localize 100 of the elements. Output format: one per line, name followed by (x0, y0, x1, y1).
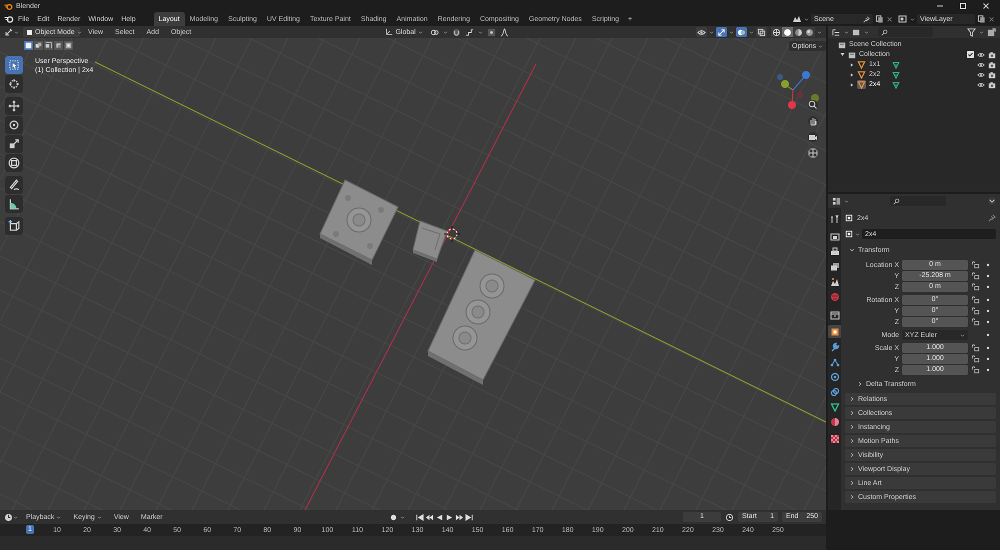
blender-logo-icon[interactable] (4, 14, 14, 24)
chevron-right-icon[interactable] (849, 424, 855, 430)
mesh-object-icon[interactable] (857, 60, 866, 70)
record-icon[interactable] (388, 512, 398, 522)
image-stack-icon[interactable] (898, 14, 908, 24)
mesh-data-icon[interactable] (892, 70, 900, 79)
play-reverse-icon[interactable] (434, 512, 444, 522)
camera-icon[interactable] (988, 60, 996, 69)
new-collection-icon[interactable] (987, 28, 996, 36)
shading-button[interactable] (770, 27, 782, 37)
next-keyframe-icon[interactable] (454, 512, 464, 522)
clock-editor-icon[interactable] (4, 512, 13, 522)
object-icon[interactable] (845, 230, 853, 238)
tool-button[interactable] (5, 195, 23, 213)
caret-icon[interactable] (13, 514, 18, 520)
keyframe-dot-icon[interactable] (986, 274, 990, 278)
tool-button[interactable] (5, 135, 23, 153)
chevron-right-icon[interactable] (849, 452, 855, 458)
tool-button[interactable] (5, 217, 23, 235)
chevron-right-icon[interactable] (849, 466, 855, 472)
filter-icon[interactable] (967, 28, 976, 36)
caret-icon[interactable] (748, 30, 754, 34)
keyframe-dot-icon[interactable] (986, 346, 990, 350)
caret-icon[interactable] (478, 30, 483, 34)
lock-icon[interactable] (971, 272, 980, 280)
mesh-object-icon[interactable] (857, 70, 866, 80)
properties-tab[interactable] (828, 212, 841, 225)
falloff-curve-icon[interactable] (500, 28, 509, 36)
eye-icon[interactable] (977, 70, 985, 79)
keyframe-dot-icon[interactable] (986, 333, 990, 337)
caret-icon[interactable] (728, 30, 734, 34)
proportional-edit-icon[interactable] (486, 28, 496, 36)
zoom-icon[interactable] (808, 100, 818, 110)
caret-icon[interactable] (804, 16, 809, 22)
caret-icon[interactable] (910, 16, 915, 22)
toggle-button[interactable] (696, 27, 707, 37)
pivot-icon[interactable] (430, 28, 439, 36)
keyframe-dot-icon[interactable] (986, 357, 990, 361)
lock-icon[interactable] (971, 283, 980, 291)
shading-button[interactable] (792, 27, 804, 37)
properties-tab[interactable] (828, 415, 841, 428)
properties-tab[interactable] (828, 260, 841, 273)
editor-type-icon[interactable] (4, 27, 14, 37)
properties-tab[interactable] (828, 370, 841, 383)
select-mode-button[interactable] (54, 41, 63, 50)
properties-tab[interactable] (828, 275, 841, 288)
eye-icon[interactable] (977, 50, 985, 59)
scene-icon[interactable] (792, 14, 802, 24)
shading-button[interactable] (804, 27, 815, 37)
tool-button[interactable] (5, 116, 23, 134)
toggle-button[interactable] (736, 27, 747, 37)
grid-icon[interactable] (808, 148, 818, 158)
hand-icon[interactable] (808, 116, 818, 126)
chevron-down-icon[interactable] (849, 247, 855, 253)
properties-tab[interactable] (828, 325, 841, 338)
chevron-right-icon[interactable] (857, 381, 863, 387)
eye-icon[interactable] (977, 80, 985, 89)
properties-tab[interactable] (828, 245, 841, 258)
select-mode-button[interactable] (44, 41, 53, 50)
chevron-right-icon[interactable] (849, 438, 855, 444)
magnet-icon[interactable] (452, 28, 461, 36)
previous-keyframe-icon[interactable] (424, 512, 434, 522)
caret-icon[interactable] (979, 30, 984, 34)
display-mode-icon[interactable] (832, 28, 841, 36)
keyframe-dot-icon[interactable] (986, 263, 990, 267)
keyframe-dot-icon[interactable] (986, 309, 990, 313)
caret-icon[interactable] (855, 232, 860, 236)
jump-end-icon[interactable] (464, 512, 474, 522)
caret-icon[interactable] (864, 30, 869, 34)
properties-editor-icon[interactable] (832, 196, 841, 206)
expand-arrow-icon[interactable] (850, 82, 854, 87)
shading-button[interactable] (782, 27, 793, 37)
chevron-right-icon[interactable] (849, 494, 855, 500)
camera-icon[interactable] (988, 50, 996, 59)
camera-icon[interactable] (988, 70, 996, 79)
camera-icon[interactable] (808, 132, 818, 142)
tool-button[interactable] (5, 97, 23, 115)
caret-icon[interactable] (844, 30, 849, 34)
select-mode-button[interactable] (34, 41, 43, 50)
lock-icon[interactable] (971, 366, 980, 374)
filter-objects-icon[interactable] (852, 28, 861, 36)
clock-icon[interactable] (725, 512, 734, 522)
pin-icon[interactable] (863, 16, 870, 22)
caret-icon[interactable] (708, 30, 714, 34)
snap-icon[interactable] (464, 28, 474, 36)
tool-button[interactable] (5, 176, 23, 194)
search-field[interactable] (878, 27, 933, 37)
keyframe-dot-icon[interactable] (986, 320, 990, 324)
tool-button[interactable] (5, 154, 23, 172)
chevron-right-icon[interactable] (849, 480, 855, 486)
lock-icon[interactable] (971, 318, 980, 326)
tool-button[interactable] (5, 56, 23, 74)
caret-icon[interactable] (400, 514, 405, 520)
select-mode-button[interactable] (24, 41, 33, 50)
camera-icon[interactable] (988, 80, 996, 89)
options-caret-icon[interactable] (988, 197, 996, 205)
navigation-gizmo-icon[interactable] (777, 71, 819, 109)
properties-tab[interactable] (828, 385, 841, 398)
toggle-button[interactable] (756, 27, 767, 37)
mesh-object-icon[interactable] (857, 80, 866, 90)
